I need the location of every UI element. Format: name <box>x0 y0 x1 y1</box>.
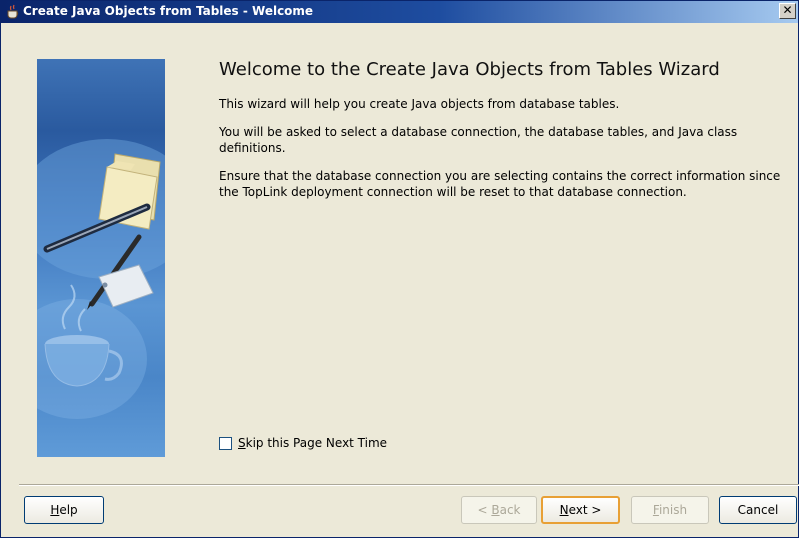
page-title: Welcome to the Create Java Objects from … <box>219 59 720 80</box>
wizard-dialog: Create Java Objects from Tables - Welcom… <box>0 0 799 538</box>
close-icon: ✕ <box>782 3 793 17</box>
welcome-content: Welcome to the Create Java Objects from … <box>219 59 789 212</box>
wizard-banner-image <box>37 59 165 457</box>
skip-page-label[interactable]: Skip this Page Next Time <box>238 436 387 450</box>
intro-paragraph: This wizard will help you create Java ob… <box>219 97 620 111</box>
next-button[interactable]: Next > <box>541 496 620 524</box>
button-bar-divider <box>19 484 799 486</box>
connection-note-paragraph: Ensure that the database connection you … <box>219 169 781 199</box>
steps-paragraph: You will be asked to select a database c… <box>219 125 738 155</box>
finish-button[interactable]: Finish <box>631 496 709 524</box>
back-button[interactable]: < Back <box>461 496 537 524</box>
window-title: Create Java Objects from Tables - Welcom… <box>23 4 314 18</box>
title-bar[interactable]: Create Java Objects from Tables - Welcom… <box>1 1 798 23</box>
close-button[interactable]: ✕ <box>779 3 796 19</box>
help-button[interactable]: Help <box>24 496 104 524</box>
java-cup-icon <box>5 4 21 20</box>
cancel-button[interactable]: Cancel <box>719 496 797 524</box>
skip-page-option[interactable]: Skip this Page Next Time <box>219 436 387 450</box>
skip-page-checkbox[interactable] <box>219 436 232 450</box>
